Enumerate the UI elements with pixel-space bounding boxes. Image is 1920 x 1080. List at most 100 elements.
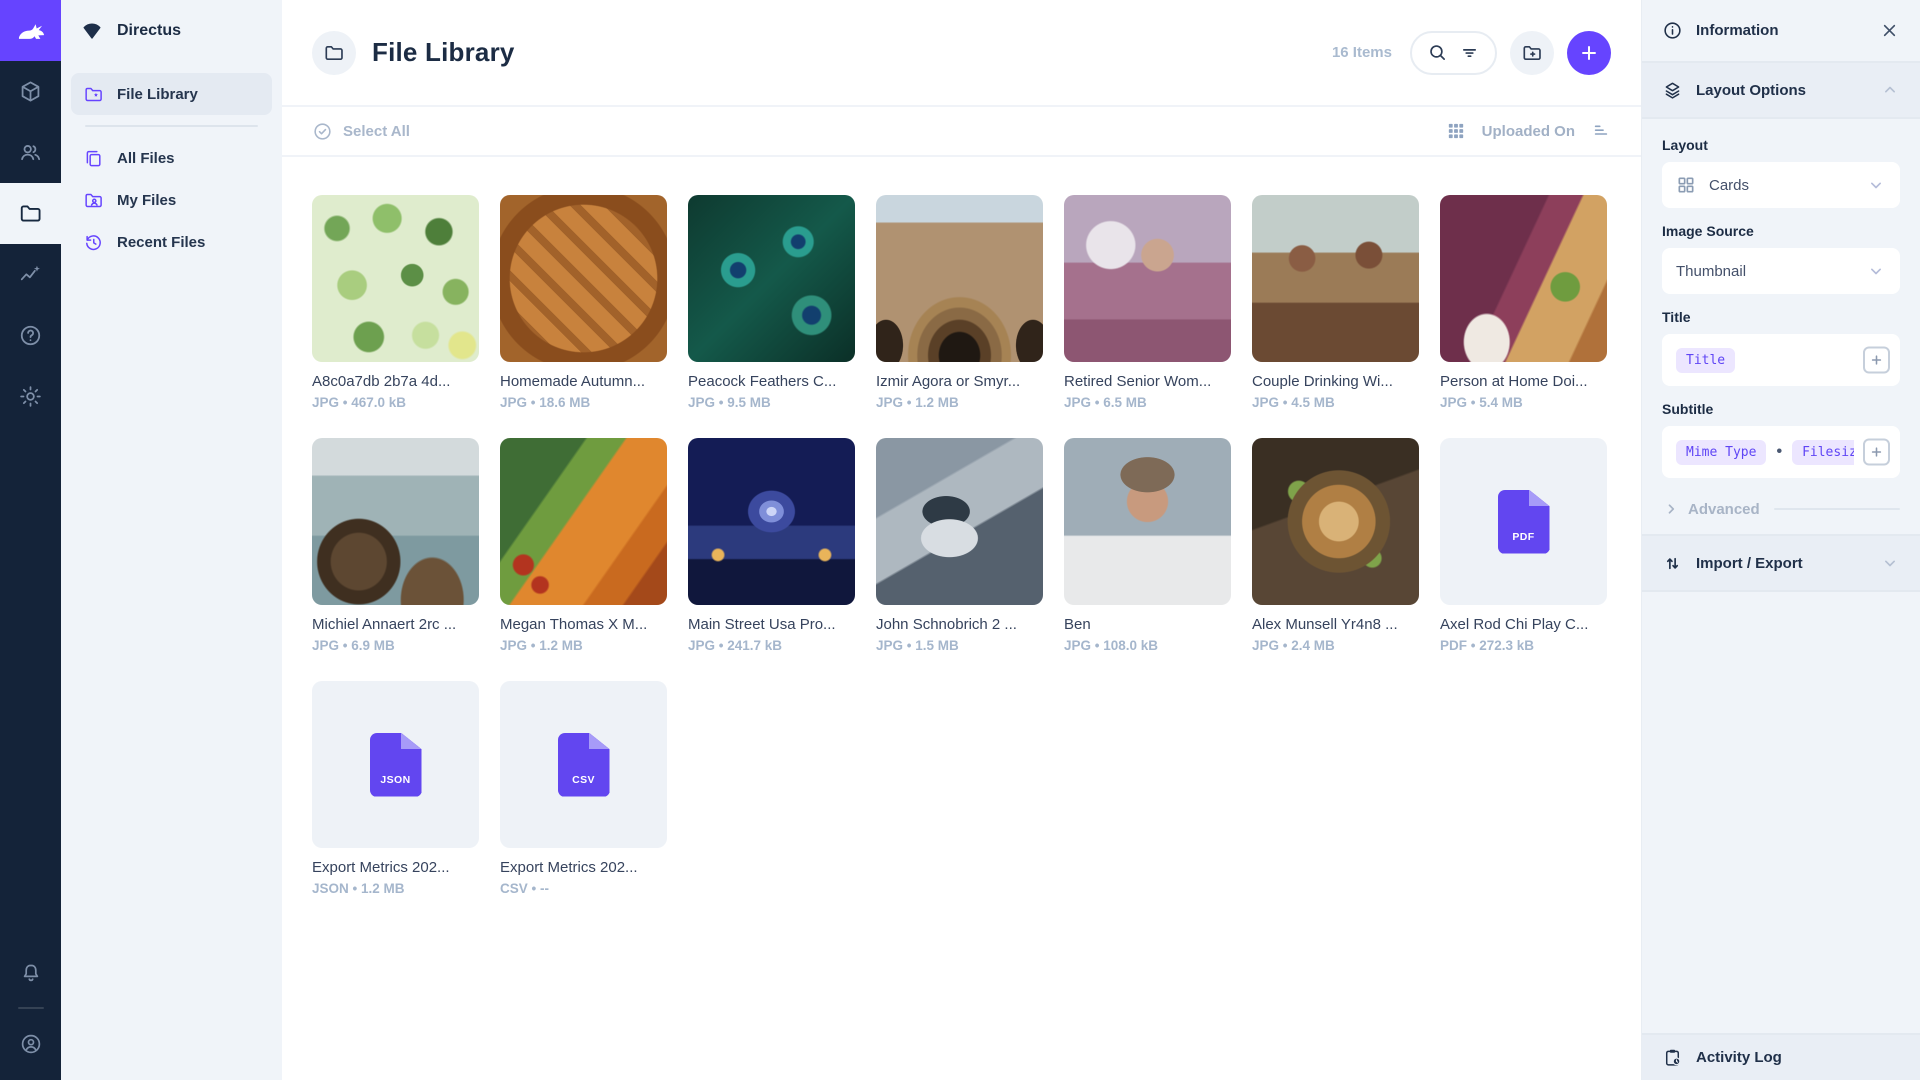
page-title: File Library — [372, 37, 515, 68]
file-type-thumbnail[interactable]: PDF — [1440, 438, 1607, 605]
file-image-thumbnail[interactable] — [876, 195, 1043, 362]
folder-icon — [323, 42, 345, 64]
file-image-thumbnail[interactable] — [876, 438, 1043, 605]
file-card[interactable]: JSONExport Metrics 202...JSON • 1.2 MB — [312, 681, 479, 896]
file-image-thumbnail[interactable] — [688, 438, 855, 605]
file-image-thumbnail[interactable] — [312, 438, 479, 605]
subtitle-field[interactable]: Mime Type • Filesize — [1662, 426, 1900, 478]
sort-field-button[interactable]: Uploaded On — [1482, 123, 1575, 140]
folder-badge[interactable] — [312, 31, 356, 75]
file-card[interactable]: Couple Drinking Wi... JPG • 4.5 MB — [1252, 195, 1419, 410]
file-title: Export Metrics 202... — [500, 859, 667, 876]
file-meta: JPG • 4.5 MB — [1252, 395, 1419, 410]
file-type-thumbnail[interactable]: JSON — [312, 681, 479, 848]
field-chip[interactable]: Title — [1676, 348, 1735, 373]
select-all-button[interactable]: Select All — [312, 121, 410, 142]
title-wrap: File Library — [312, 31, 515, 75]
collections-box-icon — [18, 79, 43, 104]
close-panel-button[interactable] — [1879, 20, 1900, 41]
sidebar-item-label: My Files — [117, 192, 176, 209]
advanced-toggle[interactable]: Advanced — [1662, 500, 1900, 518]
file-image-thumbnail[interactable] — [1064, 438, 1231, 605]
file-image-thumbnail[interactable] — [1064, 195, 1231, 362]
file-card[interactable]: Homemade Autumn...JPG • 18.6 MB — [500, 195, 667, 410]
sidebar-item-file-library[interactable]: File Library — [71, 73, 272, 115]
add-file-button[interactable] — [1567, 31, 1611, 75]
file-card[interactable]: Peacock Feathers C...JPG • 9.5 MB — [688, 195, 855, 410]
user-menu-button[interactable] — [0, 1013, 61, 1074]
chevron-right-icon — [1662, 500, 1680, 518]
image-source-select[interactable]: Thumbnail — [1662, 248, 1900, 294]
module-content[interactable] — [0, 61, 61, 122]
file-type-thumbnail[interactable]: CSV — [500, 681, 667, 848]
search-icon[interactable] — [1427, 42, 1448, 63]
folder-plus-icon — [1521, 42, 1543, 64]
file-card[interactable]: John Schnobrich 2 ...JPG • 1.5 MB — [876, 438, 1043, 653]
module-file-library[interactable] — [0, 183, 61, 244]
file-image-thumbnail[interactable] — [500, 438, 667, 605]
file-image-thumbnail[interactable] — [1252, 438, 1419, 605]
document-icon: JSON — [370, 733, 422, 797]
chevron-down-icon — [1866, 261, 1886, 281]
file-title: Ben — [1064, 616, 1231, 633]
file-card[interactable]: CSVExport Metrics 202...CSV • -- — [500, 681, 667, 896]
file-title: Main Street Usa Pro... — [688, 616, 855, 633]
bell-icon — [19, 961, 43, 985]
field-chip[interactable]: Mime Type — [1676, 440, 1766, 465]
add-title-field-button[interactable] — [1863, 347, 1890, 374]
folder-user-icon — [83, 190, 104, 211]
project-header[interactable]: Directus — [61, 0, 282, 61]
file-image-thumbnail[interactable] — [500, 195, 667, 362]
new-folder-button[interactable] — [1510, 31, 1554, 75]
cards-grid-icon — [1676, 175, 1696, 195]
file-image-thumbnail[interactable] — [1440, 195, 1607, 362]
file-card[interactable]: Michiel Annaert 2rc ...JPG • 6.9 MB — [312, 438, 479, 653]
filter-icon[interactable] — [1459, 42, 1480, 63]
file-card[interactable]: Megan Thomas X M...JPG • 1.2 MB — [500, 438, 667, 653]
info-panel-header: Information — [1642, 0, 1920, 61]
import-export-section-header[interactable]: Import / Export — [1642, 534, 1920, 592]
file-image-thumbnail[interactable] — [312, 195, 479, 362]
file-card[interactable]: Izmir Agora or Smyr... JPG • 1.2 MB — [876, 195, 1043, 410]
layout-options-section-header[interactable]: Layout Options — [1642, 61, 1920, 119]
file-card[interactable]: PDFAxel Rod Chi Play C...PDF • 272.3 kB — [1440, 438, 1607, 653]
file-meta: JPG • 1.2 MB — [876, 395, 1043, 410]
file-title: Megan Thomas X M... — [500, 616, 667, 633]
file-card[interactable]: A8c0a7db 2b7a 4d...JPG • 467.0 kB — [312, 195, 479, 410]
activity-log-button[interactable]: Activity Log — [1642, 1033, 1920, 1080]
chevron-down-icon — [1880, 553, 1900, 573]
file-title: Axel Rod Chi Play C... — [1440, 616, 1607, 633]
module-settings[interactable] — [0, 366, 61, 427]
layout-select[interactable]: Cards — [1662, 162, 1900, 208]
file-card[interactable]: Ben JPG • 108.0 kB — [1064, 438, 1231, 653]
directus-rabbit-logo[interactable] — [0, 0, 61, 61]
file-card[interactable]: Alex Munsell Yr4n8 ...JPG • 2.4 MB — [1252, 438, 1419, 653]
field-chip[interactable]: Filesize — [1792, 440, 1854, 465]
file-meta: JPG • 1.5 MB — [876, 638, 1043, 653]
module-user-directory[interactable] — [0, 122, 61, 183]
file-image-thumbnail[interactable] — [1252, 195, 1419, 362]
module-help[interactable] — [0, 305, 61, 366]
sidebar-item-all-files[interactable]: All Files — [71, 137, 272, 179]
title-field[interactable]: Title — [1662, 334, 1900, 386]
file-title: Couple Drinking Wi... — [1252, 373, 1419, 390]
card-size-grid-button[interactable] — [1446, 121, 1466, 141]
notifications-button[interactable] — [0, 942, 61, 1003]
select-all-label: Select All — [343, 123, 410, 140]
module-insights[interactable] — [0, 244, 61, 305]
sort-direction-button[interactable] — [1591, 121, 1611, 141]
file-card[interactable]: Retired Senior Wom...JPG • 6.5 MB — [1064, 195, 1231, 410]
file-image-thumbnail[interactable] — [688, 195, 855, 362]
add-subtitle-field-button[interactable] — [1863, 439, 1890, 466]
sidebar-nav: File Library All Files My Files Recent F… — [61, 61, 282, 275]
sidebar-item-recent-files[interactable]: Recent Files — [71, 221, 272, 263]
file-title: Izmir Agora or Smyr... — [876, 373, 1043, 390]
file-card[interactable]: Main Street Usa Pro...JPG • 241.7 kB — [688, 438, 855, 653]
header-actions: 16 Items — [1332, 31, 1611, 75]
file-meta: JPG • 108.0 kB — [1064, 638, 1231, 653]
sidebar-item-my-files[interactable]: My Files — [71, 179, 272, 221]
file-card[interactable]: Person at Home Doi...JPG • 5.4 MB — [1440, 195, 1607, 410]
search-bar[interactable] — [1410, 31, 1497, 75]
file-title: Alex Munsell Yr4n8 ... — [1252, 616, 1419, 633]
subtitle-field-label: Subtitle — [1662, 401, 1900, 417]
